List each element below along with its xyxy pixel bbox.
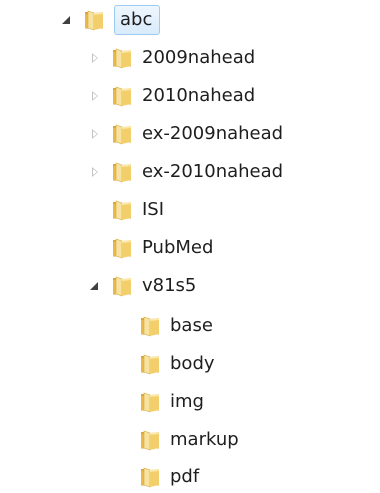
tree-node-label: ISI <box>142 199 165 220</box>
folder-icon <box>110 198 134 222</box>
collapse-arrow-icon[interactable] <box>88 51 102 65</box>
tree-node-label: v81s5 <box>142 275 197 296</box>
tree-node-pdf[interactable]: pdf <box>116 461 199 493</box>
tree-node-base[interactable]: base <box>116 310 213 342</box>
tree-node-label: body <box>170 353 215 374</box>
tree-node-label: 2009nahead <box>142 47 256 68</box>
collapse-arrow-icon[interactable] <box>88 89 102 103</box>
tree-node-ex-2010nahead[interactable]: ex-2010nahead <box>88 156 283 188</box>
folder-icon <box>138 352 162 376</box>
tree-node-isi[interactable]: ISI <box>88 194 164 226</box>
folder-icon <box>110 122 134 146</box>
tree-node-label: base <box>170 315 213 336</box>
folder-icon <box>110 84 134 108</box>
tree-node-ex-2009nahead[interactable]: ex-2009nahead <box>88 118 283 150</box>
tree-node-body[interactable]: body <box>116 348 215 380</box>
folder-icon <box>110 46 134 70</box>
folder-icon <box>138 428 162 452</box>
folder-icon <box>82 8 106 32</box>
tree-node-img[interactable]: img <box>116 386 204 418</box>
tree-node-label: PubMed <box>142 237 214 258</box>
tree-node-label: pdf <box>170 466 200 487</box>
folder-icon <box>110 236 134 260</box>
tree-node-label: img <box>170 391 204 412</box>
tree-node-pubmed[interactable]: PubMed <box>88 232 213 264</box>
folder-icon <box>138 390 162 414</box>
folder-tree: abc 2009nahead 2010nahead ex-2009nahead … <box>0 0 380 493</box>
folder-icon <box>110 160 134 184</box>
tree-node-abc[interactable]: abc <box>60 4 161 36</box>
collapse-arrow-icon[interactable] <box>88 165 102 179</box>
tree-node-label: abc <box>114 5 161 35</box>
tree-node-markup[interactable]: markup <box>116 424 239 456</box>
folder-icon <box>138 465 162 489</box>
expand-arrow-icon[interactable] <box>60 13 74 27</box>
tree-node-v81s5[interactable]: v81s5 <box>88 270 196 302</box>
folder-icon <box>110 274 134 298</box>
tree-node-label: ex-2010nahead <box>142 161 284 182</box>
tree-node-2009nahead[interactable]: 2009nahead <box>88 42 255 74</box>
tree-node-label: 2010nahead <box>142 85 256 106</box>
tree-node-label: markup <box>170 429 239 450</box>
tree-node-label: ex-2009nahead <box>142 123 284 144</box>
tree-node-2010nahead[interactable]: 2010nahead <box>88 80 255 112</box>
folder-icon <box>138 314 162 338</box>
expand-arrow-icon[interactable] <box>88 279 102 293</box>
collapse-arrow-icon[interactable] <box>88 127 102 141</box>
